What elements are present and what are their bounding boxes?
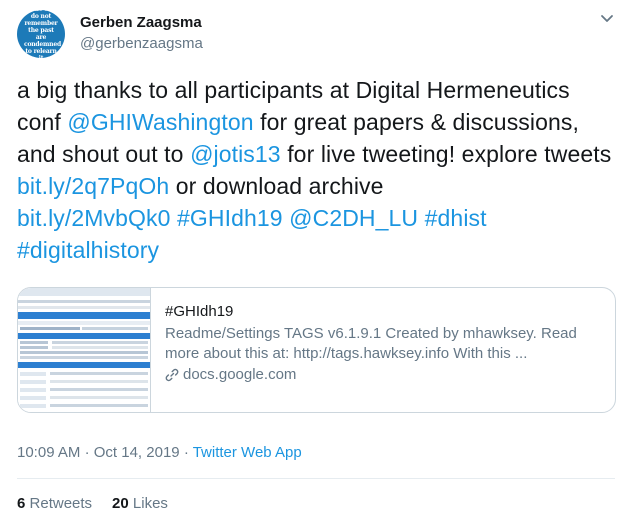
card-title: #GHIdh19 — [165, 303, 234, 320]
tweet-text-part: for live tweeting! explore tweets — [280, 141, 612, 167]
meta-separator: · — [84, 444, 90, 461]
chevron-down-icon[interactable] — [600, 14, 614, 24]
likes-count: 20 — [112, 495, 129, 512]
mention-jotis13[interactable]: @jotis13 — [190, 141, 281, 167]
card-domain-row: docs.google.com — [165, 366, 595, 383]
retweets-count: 6 — [17, 495, 26, 512]
likes-label: Likes — [132, 495, 168, 512]
retweets-stat[interactable]: 6 Retweets — [17, 495, 92, 512]
retweets-label: Retweets — [29, 495, 93, 512]
hashtag-digitalhistory[interactable]: #digitalhistory — [17, 237, 159, 263]
link-card[interactable]: #GHIdh19 Readme/Settings TAGS v6.1.9.1 C… — [17, 287, 616, 413]
author-handle[interactable]: @gerbenzaagsma — [80, 35, 203, 52]
link-bitly-2[interactable]: bit.ly/2MvbQk0 — [17, 205, 171, 231]
card-body: #GHIdh19 Readme/Settings TAGS v6.1.9.1 C… — [151, 288, 609, 412]
meta-separator: · — [183, 444, 189, 461]
card-description: Readme/Settings TAGS v6.1.9.1 Created by… — [165, 325, 577, 362]
spreadsheet-thumbnail-image — [18, 288, 150, 412]
mention-c2dh-lu[interactable]: @C2DH_LU — [289, 205, 418, 231]
tweet-stats: 6 Retweets 20 Likes — [17, 495, 168, 512]
hashtag-ghidh19[interactable]: #GHIdh19 — [177, 205, 283, 231]
link-bitly-1[interactable]: bit.ly/2q7PqOh — [17, 173, 169, 199]
avatar-text: Some who do not remember the past are co… — [24, 10, 61, 58]
tweet-time[interactable]: 10:09 AM — [17, 444, 80, 461]
link-icon — [165, 368, 179, 381]
card-domain: docs.google.com — [183, 366, 297, 383]
tweet-source[interactable]: Twitter Web App — [193, 444, 302, 461]
tweet-date[interactable]: Oct 14, 2019 — [94, 444, 180, 461]
tweet-meta: 10:09 AM · Oct 14, 2019 · Twitter Web Ap… — [17, 444, 302, 461]
tweet-text-part: or download archive — [169, 173, 384, 199]
card-thumbnail — [18, 288, 151, 412]
mention-ghiwashington[interactable]: @GHIWashington — [67, 109, 253, 135]
author-name[interactable]: Gerben Zaagsma — [80, 14, 202, 31]
hashtag-dhist[interactable]: #dhist — [425, 205, 487, 231]
avatar[interactable]: Some who do not remember the past are co… — [17, 10, 65, 58]
divider — [17, 478, 615, 479]
tweet-text: a big thanks to all participants at Digi… — [17, 74, 617, 266]
likes-stat[interactable]: 20 Likes — [112, 495, 168, 512]
